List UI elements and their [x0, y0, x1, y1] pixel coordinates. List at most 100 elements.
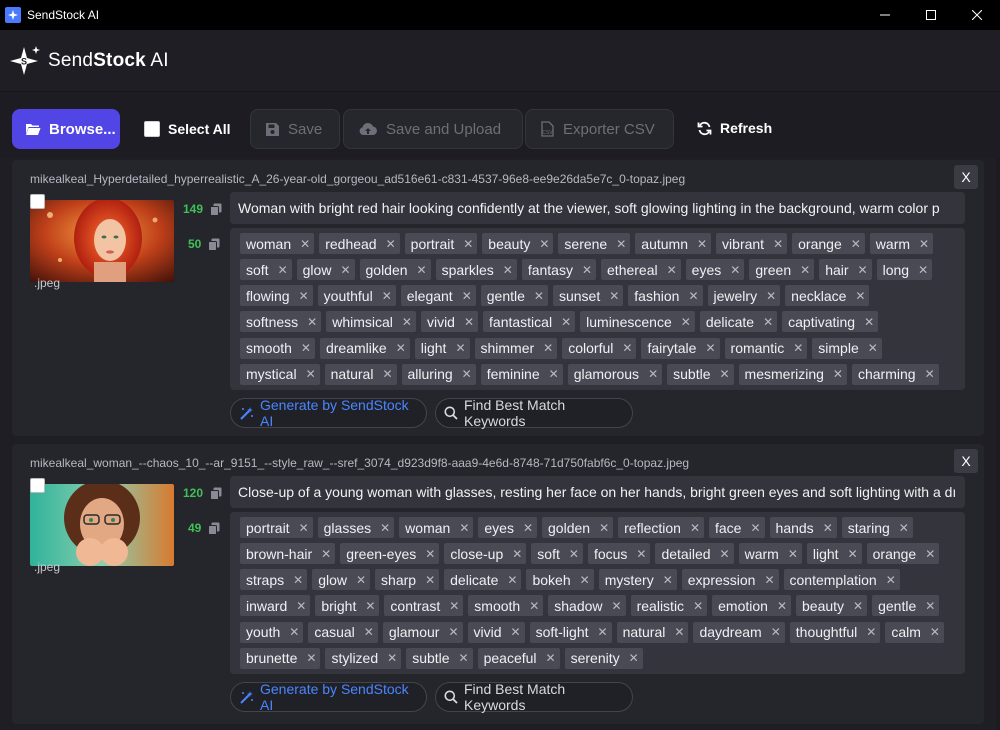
remove-keyword-icon[interactable]: ✕	[853, 599, 863, 613]
remove-keyword-icon[interactable]: ✕	[503, 263, 513, 277]
remove-keyword-icon[interactable]: ✕	[380, 521, 390, 535]
keyword-tag[interactable]: sharp ✕	[375, 569, 440, 591]
remove-keyword-icon[interactable]: ✕	[561, 315, 571, 329]
keyword-tag[interactable]: fashion ✕	[628, 285, 703, 307]
remove-keyword-icon[interactable]: ✕	[300, 237, 310, 251]
keyword-tag[interactable]: luminescence ✕	[580, 311, 695, 333]
remove-keyword-icon[interactable]: ✕	[858, 263, 868, 277]
keyword-tag[interactable]: brunette ✕	[240, 647, 321, 669]
remove-keyword-icon[interactable]: ✕	[293, 573, 303, 587]
remove-keyword-icon[interactable]: ✕	[459, 521, 469, 535]
keyword-tag[interactable]: woman ✕	[399, 517, 474, 538]
keyword-tag[interactable]: dreamlike ✕	[319, 337, 410, 359]
remove-keyword-icon[interactable]: ✕	[301, 341, 311, 355]
save-button[interactable]: Save	[250, 109, 340, 149]
remove-keyword-icon[interactable]: ✕	[800, 263, 810, 277]
keyword-tag[interactable]: green ✕	[749, 259, 815, 281]
item-select-checkbox[interactable]	[30, 478, 45, 493]
keyword-tag[interactable]: soft ✕	[240, 259, 292, 281]
remove-keyword-icon[interactable]: ✕	[773, 237, 783, 251]
remove-keyword-icon[interactable]: ✕	[529, 599, 539, 613]
remove-keyword-icon[interactable]: ✕	[667, 263, 677, 277]
keywords-box[interactable]: portrait ✕ glasses ✕ woman ✕ eyes ✕ golden ✕ refle…	[230, 512, 965, 674]
remove-keyword-icon[interactable]: ✕	[425, 573, 435, 587]
remove-keyword-icon[interactable]: ✕	[777, 599, 787, 613]
keyword-tag[interactable]: expression ✕	[681, 569, 779, 591]
copy-description-icon[interactable]	[210, 203, 222, 216]
keyword-tag[interactable]: feminine ✕	[480, 363, 563, 385]
refresh-button[interactable]: Refresh	[697, 120, 772, 136]
remove-keyword-icon[interactable]: ✕	[750, 521, 760, 535]
keyword-tag[interactable]: smooth ✕	[468, 595, 544, 617]
keyword-tag[interactable]: shimmer ✕	[474, 337, 558, 359]
keyword-tag[interactable]: subtle ✕	[406, 647, 473, 669]
remove-keyword-icon[interactable]: ✕	[925, 599, 935, 613]
remove-keyword-icon[interactable]: ✕	[340, 263, 350, 277]
keyword-tag[interactable]: delicate ✕	[444, 569, 522, 591]
remove-keyword-icon[interactable]: ✕	[296, 599, 306, 613]
remove-keyword-icon[interactable]: ✕	[629, 651, 639, 665]
keyword-tag[interactable]: charming ✕	[851, 363, 939, 385]
keyword-tag[interactable]: mesmerizing ✕	[738, 363, 847, 385]
keyword-tag[interactable]: casual ✕	[308, 621, 378, 643]
keyword-tag[interactable]: beauty ✕	[482, 233, 554, 254]
remove-keyword-icon[interactable]: ✕	[582, 263, 592, 277]
keyword-tag[interactable]: fairytale ✕	[641, 337, 720, 359]
remove-keyword-icon[interactable]: ✕	[364, 625, 374, 639]
keyword-tag[interactable]: youth ✕	[240, 621, 304, 643]
remove-keyword-icon[interactable]: ✕	[864, 315, 874, 329]
keyword-tag[interactable]: glasses ✕	[317, 517, 395, 538]
remove-keyword-icon[interactable]: ✕	[616, 237, 626, 251]
save-and-upload-button[interactable]: Save and Upload	[343, 109, 523, 149]
keyword-tag[interactable]: light ✕	[806, 543, 862, 565]
remove-keyword-icon[interactable]: ✕	[299, 289, 309, 303]
remove-item-button[interactable]: X	[954, 449, 978, 473]
keyword-tag[interactable]: focus ✕	[587, 543, 651, 565]
keyword-tag[interactable]: eyes ✕	[478, 517, 538, 538]
remove-keyword-icon[interactable]: ✕	[455, 341, 465, 355]
description-input[interactable]: Woman with bright red hair looking confi…	[230, 192, 965, 224]
keyword-tag[interactable]: emotion ✕	[712, 595, 791, 617]
remove-keyword-icon[interactable]: ✕	[719, 367, 729, 381]
remove-keyword-icon[interactable]: ✕	[507, 573, 517, 587]
keyword-tag[interactable]: fantasy ✕	[521, 259, 597, 281]
remove-keyword-icon[interactable]: ✕	[636, 547, 646, 561]
remove-keyword-icon[interactable]: ✕	[278, 263, 288, 277]
remove-keyword-icon[interactable]: ✕	[543, 341, 553, 355]
remove-keyword-icon[interactable]: ✕	[387, 651, 397, 665]
keyword-tag[interactable]: stylized ✕	[325, 647, 402, 669]
keyword-tag[interactable]: hands ✕	[769, 517, 837, 538]
select-all-checkbox[interactable]	[144, 121, 160, 137]
remove-keyword-icon[interactable]: ✕	[930, 625, 940, 639]
remove-keyword-icon[interactable]: ✕	[855, 289, 865, 303]
scrollbar[interactable]	[996, 158, 1000, 730]
remove-keyword-icon[interactable]: ✕	[546, 651, 556, 665]
remove-keyword-icon[interactable]: ✕	[688, 289, 698, 303]
keyword-tag[interactable]: contemplation ✕	[783, 569, 900, 591]
keyword-tag[interactable]: orange ✕	[792, 233, 865, 254]
keyword-tag[interactable]: gentle ✕	[480, 285, 548, 307]
remove-keyword-icon[interactable]: ✕	[663, 573, 673, 587]
remove-keyword-icon[interactable]: ✕	[299, 521, 309, 535]
remove-keyword-icon[interactable]: ✕	[612, 599, 622, 613]
generate-ai-button[interactable]: Generate by SendStock AI	[230, 397, 427, 429]
keyword-tag[interactable]: jewelry ✕	[707, 285, 781, 307]
remove-keyword-icon[interactable]: ✕	[464, 315, 474, 329]
remove-keyword-icon[interactable]: ✕	[697, 237, 707, 251]
keywords-box[interactable]: woman ✕ redhead ✕ portrait ✕ beauty ✕ serene ✕ aut…	[230, 228, 965, 390]
keyword-tag[interactable]: bright ✕	[315, 595, 380, 617]
keyword-tag[interactable]: youthful ✕	[317, 285, 396, 307]
remove-keyword-icon[interactable]: ✕	[690, 521, 700, 535]
remove-keyword-icon[interactable]: ✕	[868, 341, 878, 355]
remove-keyword-icon[interactable]: ✕	[766, 289, 776, 303]
remove-keyword-icon[interactable]: ✕	[866, 625, 876, 639]
keyword-tag[interactable]: gentle ✕	[872, 595, 940, 617]
keyword-tag[interactable]: bokeh ✕	[526, 569, 594, 591]
keyword-tag[interactable]: elegant ✕	[400, 285, 476, 307]
description-input[interactable]: Close-up of a young woman with glasses, …	[230, 476, 965, 508]
keyword-tag[interactable]: glow ✕	[312, 569, 371, 591]
keyword-tag[interactable]: soft-light ✕	[529, 621, 612, 643]
keyword-tag[interactable]: captivating ✕	[782, 311, 879, 333]
remove-keyword-icon[interactable]: ✕	[459, 651, 469, 665]
keyword-tag[interactable]: simple ✕	[812, 337, 882, 359]
